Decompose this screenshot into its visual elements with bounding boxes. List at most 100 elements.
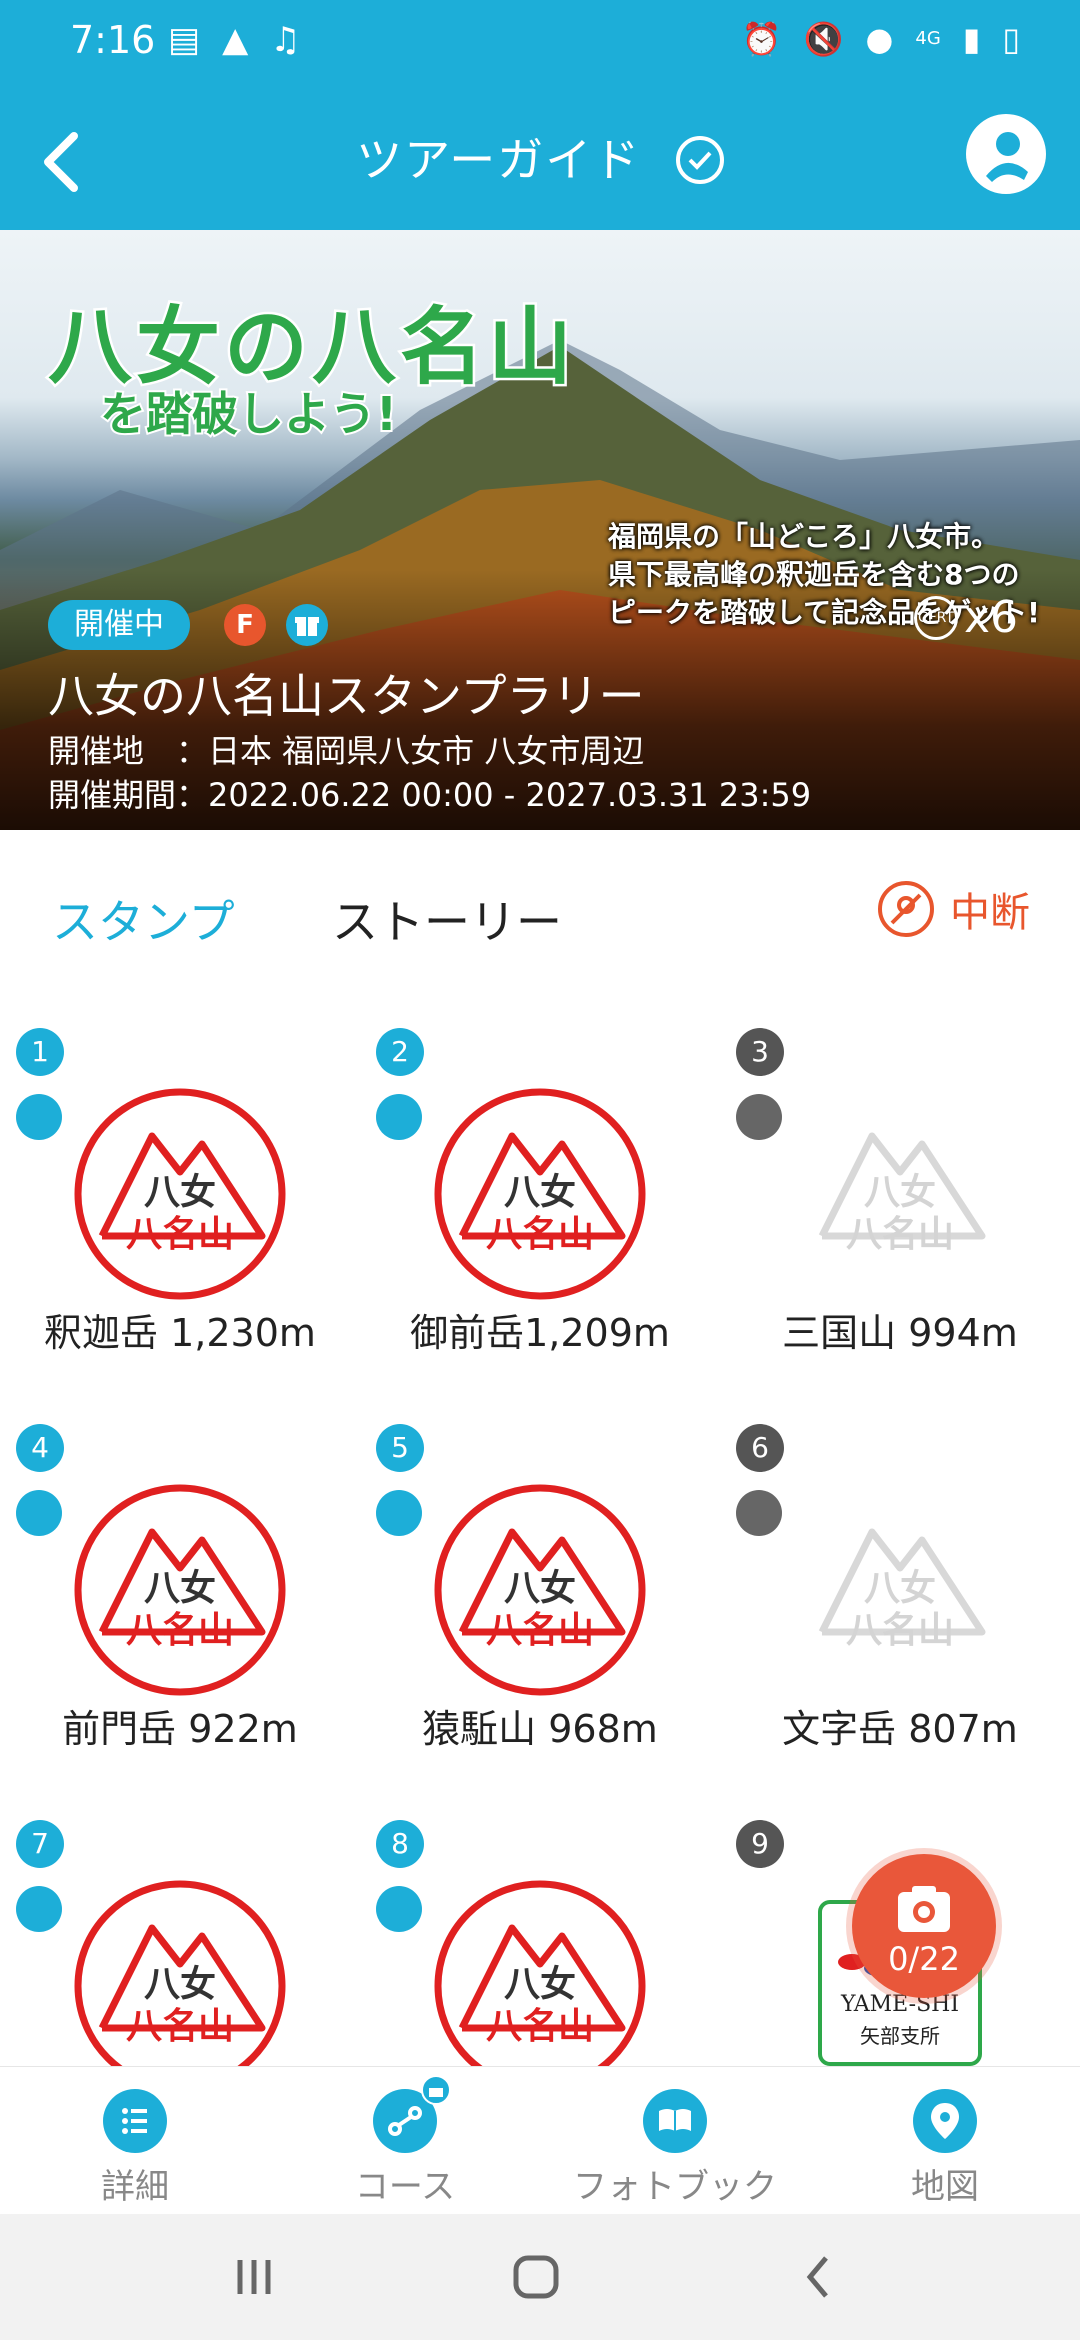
stamp-number: 6: [736, 1424, 784, 1472]
certificate-icon: CERT: [914, 595, 958, 640]
status-badge: 開催中: [48, 600, 190, 650]
recent-apps-icon[interactable]: [237, 2260, 271, 2294]
status-right-icons: ⏰ 🔇 ● 4G ▮ ▯: [742, 20, 1020, 58]
stamp-number: 4: [16, 1424, 64, 1472]
f-badge: F: [224, 604, 266, 646]
battery-icon: ▯: [1002, 20, 1020, 58]
stamp-label: 文字岳 807m: [782, 1707, 1018, 1751]
stamp-text: 八名山: [486, 1214, 594, 1255]
nav-label: 地図: [911, 2167, 979, 2207]
check-circle-icon[interactable]: [675, 136, 724, 184]
status-bar: 7:16 ▤ ▲ ♫ ⏰ 🔇 ● 4G ▮ ▯: [0, 0, 1080, 84]
stamp-text: 八名山: [126, 1214, 234, 1255]
stamp-text: 八女: [504, 1568, 576, 1609]
stamp-number: 9: [736, 1820, 784, 1868]
stamp-text: 八名山: [126, 2006, 234, 2047]
stamp-number: 1: [16, 1028, 64, 1076]
camera-button[interactable]: 0/22: [852, 1854, 996, 1998]
stamp-text: 八女: [144, 1568, 216, 1609]
nav-photobook[interactable]: フォトブック: [540, 2089, 810, 2208]
pause-label: 中断: [950, 890, 1030, 936]
gift-badge-icon: [421, 2075, 451, 2105]
list-icon: [103, 2089, 167, 2153]
stamp-card[interactable]: 1 八女 八名山 釈迦岳 1,230m: [0, 1010, 360, 1406]
gift-icon: [286, 604, 328, 646]
stamp-text: 八名山: [486, 2006, 594, 2047]
nav-label: コース: [354, 2167, 456, 2207]
stamp-card[interactable]: 5 八女 八名山 猿駈山 968m: [360, 1406, 720, 1802]
page-title: ツアーガイド: [0, 124, 1080, 190]
alarm-icon: ⏰: [741, 20, 782, 58]
stamp-seal: 八女 八名山: [74, 1484, 286, 1696]
gift-icon: [16, 1094, 62, 1140]
signal-icon: ▮: [962, 20, 981, 58]
network-label: 4G: [915, 28, 941, 49]
event-title: 八女の八名山スタンプラリー: [48, 669, 645, 723]
stamp-seal: 八女 八名山: [434, 1088, 646, 1300]
system-navigation-bar: [0, 2214, 1080, 2340]
avatar[interactable]: [966, 114, 1046, 194]
stamp-card[interactable]: 6 八女 八名山 文字岳 807m: [720, 1406, 1080, 1802]
stamp-seal: 八女 八名山: [434, 1484, 646, 1696]
multiplier-text: x6: [964, 592, 1019, 643]
stamp-seal: 八女 八名山: [434, 1880, 646, 2066]
stamp-card[interactable]: 7 八女 八名山: [0, 1802, 360, 2066]
app-notification-icon: ▤: [168, 20, 201, 60]
banner-description-line: 県下最高峰の釈迦岳を含む8つの: [608, 558, 1020, 591]
stamp-count: 0/22: [888, 1940, 960, 1978]
nav-course[interactable]: コース: [270, 2075, 540, 2208]
stamp-label: 猿駈山 968m: [422, 1707, 658, 1751]
stamp-seal: 八女 八名山: [74, 1088, 286, 1300]
stamp-text: 八名山: [486, 1610, 594, 1651]
stamp-card[interactable]: 3 八女 八名山 三国山 994m: [720, 1010, 1080, 1406]
stamp-text: 八名山: [846, 1214, 954, 1255]
app-bar: ツアーガイド: [0, 100, 1080, 220]
mute-icon: 🔇: [803, 20, 844, 58]
nav-label: フォトブック: [573, 2167, 777, 2207]
stamp-seal-uncollected: 八女 八名山: [818, 1528, 986, 1651]
gift-icon: [376, 1490, 422, 1536]
banner-description-line: 福岡県の「山どころ」八女市。: [608, 520, 1000, 553]
stamp-label: 三国山 994m: [782, 1311, 1018, 1355]
page-title-text: ツアーガイド: [356, 133, 642, 187]
stamp-number: 2: [376, 1028, 424, 1076]
gift-icon: [16, 1490, 62, 1536]
stamp-text: 八女: [864, 1172, 936, 1213]
gift-icon: [16, 1886, 62, 1932]
bottom-navigation: 詳細 コース フォトブック 地図: [0, 2066, 1080, 2215]
gift-icon: [736, 1094, 782, 1140]
nav-label: 詳細: [101, 2167, 169, 2207]
banner-subheadline: を踏破しよう!: [98, 385, 399, 443]
stamp-text: 八女: [144, 1964, 216, 2005]
pause-button[interactable]: 中断: [878, 880, 1030, 938]
location-icon: ●: [865, 20, 894, 58]
stamp-text: 八女: [504, 1964, 576, 2005]
event-banner[interactable]: 八女の八名山 を踏破しよう! 福岡県の「山どころ」八女市。 県下最高峰の釈迦岳を…: [0, 230, 1080, 830]
pause-location-icon: [878, 881, 934, 937]
tab-stamp[interactable]: スタンプ: [52, 886, 235, 952]
stamp-number: 3: [736, 1028, 784, 1076]
stamp-text: 八女: [504, 1172, 576, 1213]
yame-subtext: 矢部支所: [860, 2024, 940, 2048]
stamp-label: 前門岳 922m: [62, 1707, 298, 1751]
tab-bar: スタンプ ストーリー 中断: [0, 830, 1080, 990]
nav-details[interactable]: 詳細: [0, 2089, 270, 2208]
stamp-card[interactable]: 4 八女 八名山 前門岳 922m: [0, 1406, 360, 1802]
stamp-text: 八名山: [846, 1610, 954, 1651]
stamp-number: 7: [16, 1820, 64, 1868]
stamp-text: 八名山: [126, 1610, 234, 1651]
map-pin-icon: [913, 2089, 977, 2153]
home-icon[interactable]: [513, 2255, 559, 2299]
gift-icon: [376, 1886, 422, 1932]
status-time: 7:16: [70, 18, 156, 62]
nav-map[interactable]: 地図: [810, 2089, 1080, 2208]
stamp-seal-uncollected: 八女 八名山: [818, 1132, 986, 1255]
tab-story[interactable]: ストーリー: [332, 886, 562, 952]
stamp-text: 八女: [144, 1172, 216, 1213]
stamp-card[interactable]: 8 八女 八名山: [360, 1802, 720, 2066]
stamp-card[interactable]: 2 八女 八名山 御前岳1,209m: [360, 1010, 720, 1406]
stamp-label: 御前岳1,209m: [410, 1311, 670, 1355]
event-venue: 開催地 ：日本 福岡県八女市 八女市周辺: [48, 732, 645, 770]
system-back-icon[interactable]: [806, 2256, 828, 2298]
stamp-label: 釈迦岳 1,230m: [44, 1311, 316, 1355]
